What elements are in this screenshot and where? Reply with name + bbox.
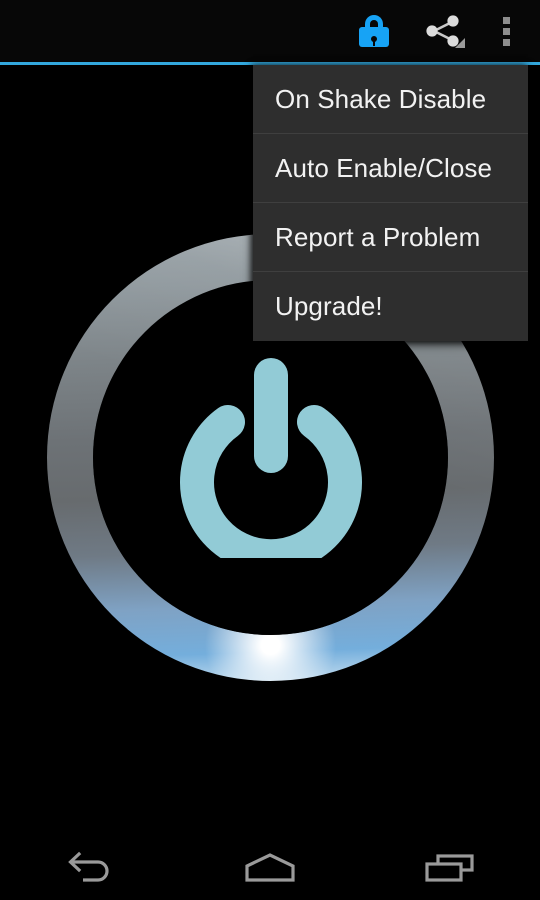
menu-item-on-shake-disable[interactable]: On Shake Disable	[253, 65, 528, 134]
overflow-menu-button[interactable]	[478, 0, 534, 62]
overflow-menu: On Shake Disable Auto Enable/Close Repor…	[253, 65, 528, 341]
share-icon	[421, 14, 465, 48]
menu-item-report-a-problem[interactable]: Report a Problem	[253, 203, 528, 272]
lock-button[interactable]	[340, 0, 408, 62]
android-screen: On Shake Disable Auto Enable/Close Repor…	[0, 0, 540, 900]
navigation-bar	[0, 838, 540, 900]
share-button[interactable]	[408, 0, 478, 62]
menu-item-upgrade[interactable]: Upgrade!	[253, 272, 528, 341]
action-bar-title	[0, 0, 340, 62]
action-bar	[0, 0, 540, 62]
home-icon	[241, 850, 299, 889]
recents-button[interactable]	[360, 838, 540, 900]
back-icon	[62, 850, 118, 889]
recents-icon	[421, 850, 479, 889]
home-button[interactable]	[180, 838, 360, 900]
overflow-icon	[502, 16, 510, 46]
power-symbol-icon	[176, 357, 366, 558]
menu-item-auto-enable-close[interactable]: Auto Enable/Close	[253, 134, 528, 203]
dropdown-caret-icon	[455, 38, 465, 48]
lock-icon	[359, 15, 389, 47]
back-button[interactable]	[0, 838, 180, 900]
